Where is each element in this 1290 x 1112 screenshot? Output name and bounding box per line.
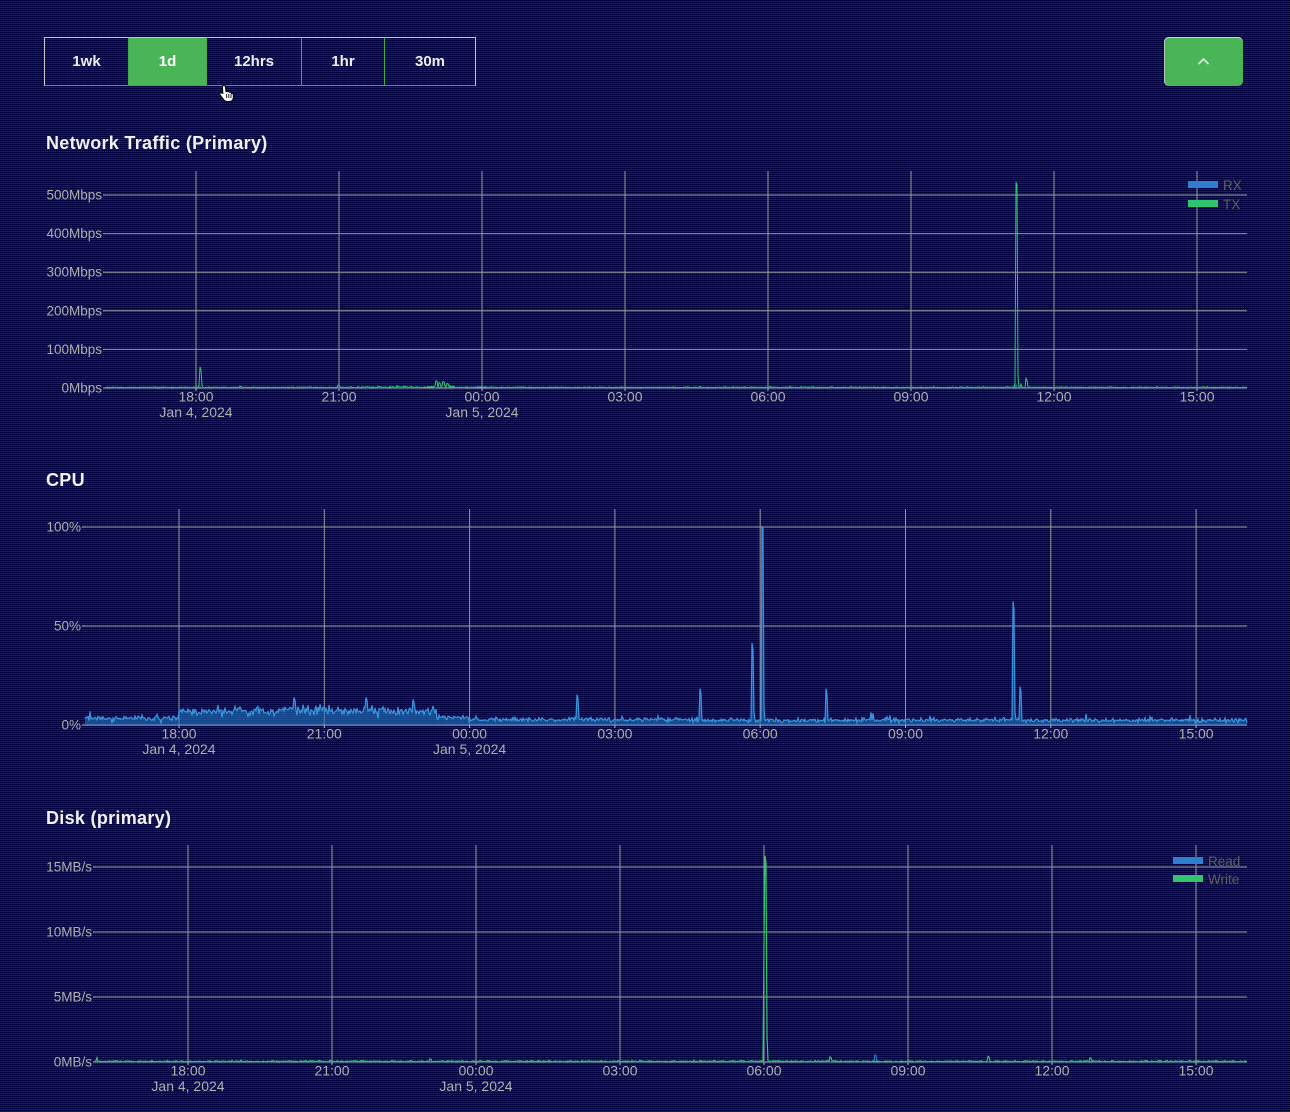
svg-text:00:00: 00:00 <box>458 1063 493 1079</box>
svg-text:21:00: 21:00 <box>314 1063 349 1079</box>
svg-text:10MB/s: 10MB/s <box>46 925 92 940</box>
svg-text:100Mbps: 100Mbps <box>46 342 102 357</box>
svg-text:50%: 50% <box>54 619 81 634</box>
svg-text:06:00: 06:00 <box>750 389 785 405</box>
svg-text:03:00: 03:00 <box>597 726 632 742</box>
svg-text:Disk (primary): Disk (primary) <box>46 808 171 828</box>
svg-text:21:00: 21:00 <box>321 389 356 405</box>
svg-text:Jan 5, 2024: Jan 5, 2024 <box>439 1078 512 1094</box>
svg-text:18:00: 18:00 <box>170 1063 205 1079</box>
svg-text:Write: Write <box>1208 872 1239 887</box>
svg-text:12:00: 12:00 <box>1034 1063 1069 1079</box>
svg-text:RX: RX <box>1223 178 1242 193</box>
svg-text:03:00: 03:00 <box>607 389 642 405</box>
svg-text:200Mbps: 200Mbps <box>46 303 102 318</box>
svg-text:0MB/s: 0MB/s <box>54 1055 93 1070</box>
svg-text:06:00: 06:00 <box>746 1063 781 1079</box>
svg-text:09:00: 09:00 <box>888 726 923 742</box>
svg-text:00:00: 00:00 <box>452 726 487 742</box>
svg-text:09:00: 09:00 <box>890 1063 925 1079</box>
svg-text:5MB/s: 5MB/s <box>54 990 93 1005</box>
svg-text:06:00: 06:00 <box>743 726 778 742</box>
svg-text:03:00: 03:00 <box>602 1063 637 1079</box>
svg-text:18:00: 18:00 <box>161 726 196 742</box>
svg-text:21:00: 21:00 <box>307 726 342 742</box>
svg-text:Jan 4, 2024: Jan 4, 2024 <box>159 404 232 420</box>
svg-text:15:00: 15:00 <box>1178 1063 1213 1079</box>
svg-text:18:00: 18:00 <box>178 389 213 405</box>
svg-text:15:00: 15:00 <box>1179 726 1214 742</box>
svg-text:Jan 4, 2024: Jan 4, 2024 <box>151 1078 224 1094</box>
svg-text:15:00: 15:00 <box>1179 389 1214 405</box>
svg-text:00:00: 00:00 <box>464 389 499 405</box>
svg-text:09:00: 09:00 <box>893 389 928 405</box>
svg-text:12:00: 12:00 <box>1033 726 1068 742</box>
svg-text:Jan 4, 2024: Jan 4, 2024 <box>142 741 215 757</box>
svg-text:15MB/s: 15MB/s <box>46 860 92 875</box>
svg-text:TX: TX <box>1223 197 1240 212</box>
svg-text:Jan 5, 2024: Jan 5, 2024 <box>433 741 506 757</box>
svg-text:300Mbps: 300Mbps <box>46 265 102 280</box>
svg-text:500Mbps: 500Mbps <box>46 188 102 203</box>
svg-text:CPU: CPU <box>46 470 85 490</box>
svg-text:Read: Read <box>1208 854 1240 869</box>
svg-text:12:00: 12:00 <box>1036 389 1071 405</box>
svg-text:0%: 0% <box>61 718 81 733</box>
svg-text:Jan 5, 2024: Jan 5, 2024 <box>445 404 518 420</box>
svg-text:Network Traffic (Primary): Network Traffic (Primary) <box>46 133 268 153</box>
svg-text:100%: 100% <box>46 520 81 535</box>
svg-text:400Mbps: 400Mbps <box>46 226 102 241</box>
svg-text:0Mbps: 0Mbps <box>61 381 102 396</box>
